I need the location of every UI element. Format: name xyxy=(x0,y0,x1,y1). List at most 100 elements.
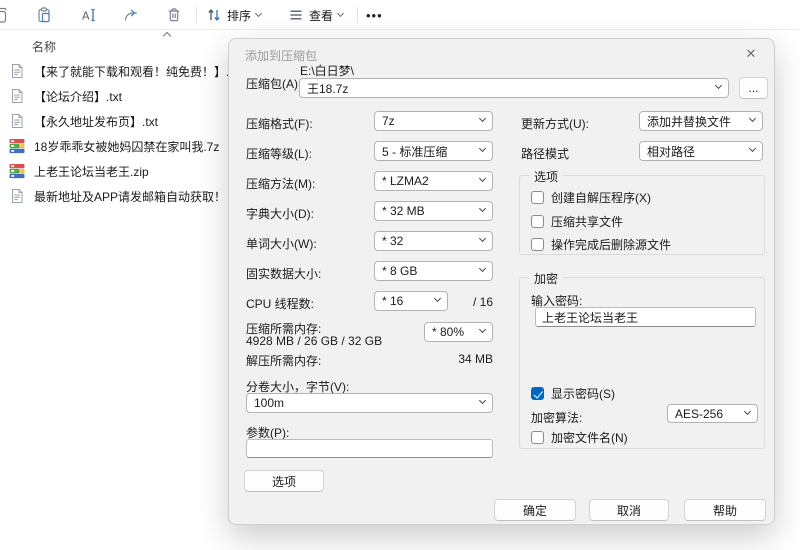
encryption-method-label: 加密算法: xyxy=(531,411,583,425)
archive-label: 压缩包(A) xyxy=(246,77,298,91)
column-header-name[interactable]: 名称 xyxy=(32,38,56,55)
options-group-title: 选项 xyxy=(529,168,564,185)
copy-icon[interactable] xyxy=(0,7,8,23)
chevron-down-icon xyxy=(478,144,487,153)
checkbox-show-password[interactable]: 显示密码(S) xyxy=(531,385,615,402)
list-item[interactable]: 【来了就能下载和观看！纯免费！】.txt xyxy=(0,60,242,82)
memory-extract-label: 解压所需内存: xyxy=(246,354,322,368)
ok-button[interactable]: 确定 xyxy=(494,499,576,521)
cpu-threads-value: * 16 xyxy=(382,294,404,308)
archive-name-combobox[interactable]: 王18.7z xyxy=(299,78,729,98)
update-mode-value: 添加并替换文件 xyxy=(647,114,732,129)
memory-percent-select[interactable]: * 80% xyxy=(424,322,493,342)
memory-compress-value: 4928 MB / 26 GB / 32 GB xyxy=(246,334,383,348)
solid-block-label: 固实数据大小: xyxy=(246,267,322,281)
archive-file-icon xyxy=(9,138,25,154)
checkbox-box xyxy=(531,215,544,228)
checkbox-label: 操作完成后删除源文件 xyxy=(551,238,672,252)
view-label: 查看 xyxy=(309,8,334,23)
browse-button[interactable]: ... xyxy=(739,77,768,99)
list-item[interactable]: 【论坛介绍】.txt xyxy=(0,85,240,107)
chevron-down-icon xyxy=(478,396,487,405)
share-icon[interactable] xyxy=(123,7,139,23)
chevron-down-icon xyxy=(478,204,487,213)
solid-block-select[interactable]: * 8 GB xyxy=(374,261,493,281)
chevron-down-icon xyxy=(748,144,757,153)
close-icon[interactable]: ✕ xyxy=(742,45,760,63)
help-button[interactable]: 帮助 xyxy=(684,499,766,521)
dictionary-select[interactable]: * 32 MB xyxy=(374,201,493,221)
update-mode-label: 更新方式(U): xyxy=(521,117,589,131)
chevron-down-icon xyxy=(478,234,487,243)
path-mode-value: 相对路径 xyxy=(647,144,696,159)
archive-file-icon xyxy=(9,163,25,179)
checkbox-box xyxy=(531,431,544,444)
chevron-down-icon xyxy=(743,407,752,416)
chevron-down-icon xyxy=(748,114,757,123)
options-button[interactable]: 选项 xyxy=(244,470,324,492)
list-item[interactable]: 上老王论坛当老王.zip xyxy=(0,160,240,182)
method-value: * LZMA2 xyxy=(382,174,429,188)
paste-icon[interactable] xyxy=(36,7,52,23)
delete-icon[interactable] xyxy=(166,7,182,23)
view-lines-icon xyxy=(290,10,302,20)
list-item[interactable]: 18岁乖乖女被她妈囚禁在家叫我.7z xyxy=(0,135,240,157)
chevron-down-icon xyxy=(336,9,345,18)
update-mode-select[interactable]: 添加并替换文件 xyxy=(639,111,763,131)
path-mode-label: 路径模式 xyxy=(521,147,570,161)
checkbox-box-checked xyxy=(531,387,544,400)
level-select[interactable]: 5 - 标准压缩 xyxy=(374,141,493,161)
toolbar-divider xyxy=(357,7,358,23)
archive-name-value: 王18.7z xyxy=(307,81,349,96)
cancel-button[interactable]: 取消 xyxy=(589,499,669,521)
text-file-icon xyxy=(9,188,25,204)
chevron-down-icon xyxy=(254,9,263,18)
word-size-value: * 32 xyxy=(382,234,404,248)
checkbox-create-sfx[interactable]: 创建自解压程序(X) xyxy=(531,189,651,206)
solid-block-value: * 8 GB xyxy=(382,264,418,278)
chevron-down-icon xyxy=(478,174,487,183)
toolbar-divider xyxy=(196,7,197,23)
more-options-button[interactable]: ••• xyxy=(366,0,383,30)
view-button[interactable]: 查看 xyxy=(288,0,345,30)
memory-percent-value: * 80% xyxy=(432,325,465,339)
checkbox-compress-shared[interactable]: 压缩共享文件 xyxy=(531,213,623,230)
checkbox-label: 显示密码(S) xyxy=(551,387,615,401)
checkbox-label: 压缩共享文件 xyxy=(551,215,624,229)
parameters-input[interactable] xyxy=(246,439,493,458)
checkbox-encrypt-filenames[interactable]: 加密文件名(N) xyxy=(531,429,628,446)
checkbox-label: 加密文件名(N) xyxy=(551,431,628,445)
explorer-toolbar: A 排序 查看 ••• xyxy=(0,0,800,30)
dictionary-label: 字典大小(D): xyxy=(246,207,314,221)
list-item[interactable]: 最新地址及APP请发邮箱自动获取！！！.... xyxy=(0,185,263,207)
format-value: 7z xyxy=(382,114,395,128)
chevron-down-icon xyxy=(714,81,723,90)
chevron-down-icon xyxy=(478,325,487,334)
encryption-method-select[interactable]: AES-256 xyxy=(667,404,758,423)
file-name: 【论坛介绍】.txt xyxy=(34,89,123,104)
ellipsis-icon: ••• xyxy=(366,7,383,23)
list-item[interactable]: 【永久地址发布页】.txt xyxy=(0,110,240,132)
path-mode-select[interactable]: 相对路径 xyxy=(639,141,763,161)
password-input[interactable] xyxy=(535,307,756,327)
sort-direction-caret-icon xyxy=(162,31,172,41)
sort-button[interactable]: 排序 xyxy=(206,0,263,30)
word-size-select[interactable]: * 32 xyxy=(374,231,493,251)
rename-icon[interactable]: A xyxy=(80,7,96,23)
method-label: 压缩方法(M): xyxy=(246,177,316,191)
chevron-down-icon xyxy=(478,264,487,273)
archive-path: E:\白日梦\ xyxy=(300,64,355,78)
text-file-icon xyxy=(9,113,25,129)
file-name: 18岁乖乖女被她妈囚禁在家叫我.7z xyxy=(34,139,220,154)
sort-arrows-icon xyxy=(208,8,220,22)
cpu-threads-select[interactable]: * 16 xyxy=(374,291,448,311)
checkbox-box xyxy=(531,238,544,251)
method-select[interactable]: * LZMA2 xyxy=(374,171,493,191)
encryption-group-title: 加密 xyxy=(529,270,564,287)
svg-text:A: A xyxy=(82,10,90,23)
format-select[interactable]: 7z xyxy=(374,111,493,131)
volume-size-combobox[interactable]: 100m xyxy=(246,393,493,413)
checkbox-delete-after[interactable]: 操作完成后删除源文件 xyxy=(531,236,671,253)
checkbox-label: 创建自解压程序(X) xyxy=(551,191,651,205)
level-value: 5 - 标准压缩 xyxy=(382,144,448,159)
